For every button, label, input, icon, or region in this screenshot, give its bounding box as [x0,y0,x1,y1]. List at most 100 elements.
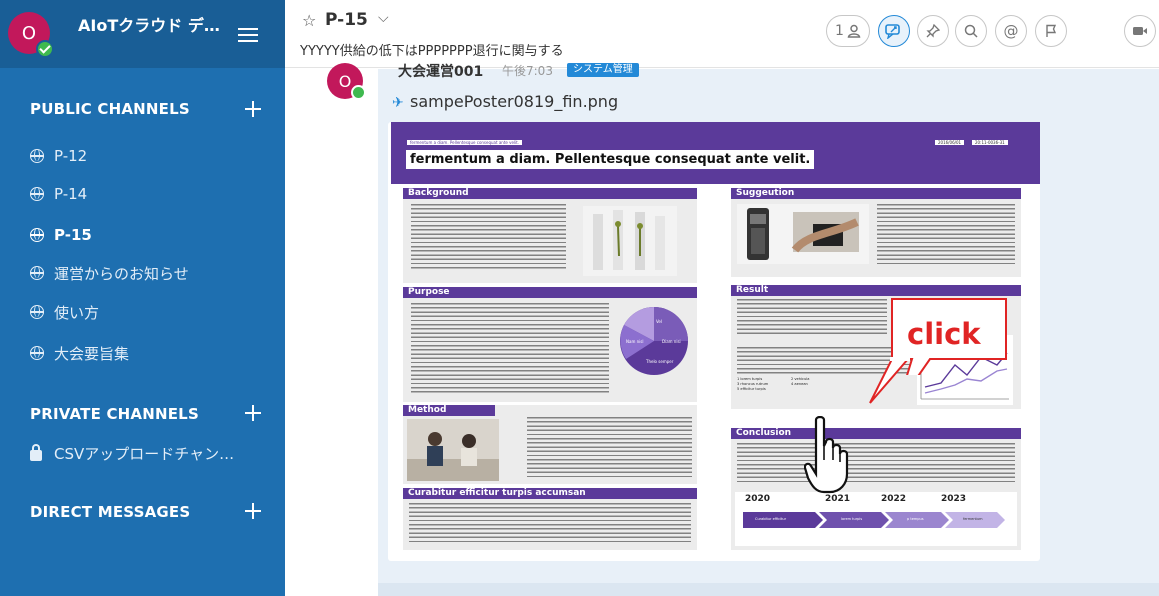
mentions-button[interactable]: @ [995,15,1027,47]
team-header[interactable]: O AIoTクラウド デ… [0,0,285,68]
globe-icon [30,187,44,201]
poster-header: fermentum a diam. Pellentesque consequat… [391,122,1040,184]
payment-terminal-photo [737,204,869,264]
poster-section-suggestion: Suggeution [731,188,1021,277]
video-call-button[interactable] [1124,15,1156,47]
globe-icon [30,149,44,163]
chevron-down-icon[interactable]: ⌵ [378,10,389,26]
channel-label: P-12 [54,147,88,165]
section-text [737,443,1015,485]
channel-label: CSVアップロードチャン… [54,444,235,463]
channel-title[interactable]: P-15 [325,10,368,30]
video-icon [1133,27,1147,35]
sidebar-item-p-12[interactable]: P-12 [0,137,285,175]
post-divider [378,583,1159,596]
add-private-channel-icon[interactable] [244,404,262,422]
poster-date: 2016/06/01 [935,140,965,145]
timeline-year: 2023 [941,494,967,504]
timeline-year: 2020 [745,494,771,504]
section-title: Background [403,188,697,199]
timeline-year: 2021 [825,494,851,504]
section-title: Conclusion [731,428,1021,439]
favorite-star-icon[interactable]: ☆ [302,11,316,30]
section-title: Result [731,285,1021,296]
role-badge: システム管理 [567,63,639,77]
section-title: Purpose [403,287,697,298]
poster-section-curabitur: Curabitur efficitur turpis accumsan [403,488,697,550]
test-tubes-photo [583,206,677,276]
sidebar-item-how-to[interactable]: 使い方 [0,293,285,331]
section-text [411,303,609,393]
search-icon [964,24,978,38]
online-status-icon [36,40,54,58]
mention-icon: @ [1003,22,1019,40]
sidebar: O AIoTクラウド デ… PUBLIC CHANNELS P-12 P-14 … [0,0,285,596]
globe-icon [30,266,44,280]
channel-label: 使い方 [54,303,100,322]
poster-section-conclusion: Conclusion 2020 2021 2022 2023 Curabitur… [731,428,1021,550]
pin-icon [926,24,940,38]
flag-icon [1046,24,1057,37]
lock-icon [30,443,42,461]
online-status-icon [351,85,366,100]
add-direct-message-icon[interactable] [244,502,262,520]
timeline-step: fermentum [963,517,983,521]
section-title: Method [403,405,495,416]
search-button[interactable] [955,15,987,47]
pin-icon: ✈ [392,95,404,111]
result-list-item: 4 aenean [791,382,808,387]
channel-label: P-14 [54,185,88,203]
pie-chart: Vel Nam nisl Diam nisi Thelo semper [620,307,688,375]
post-list: O 大会運営001 午後7:03 システム管理 ✈ sampePoster081… [285,63,1159,596]
add-public-channel-icon[interactable] [244,100,262,118]
member-icon [847,24,861,38]
section-title: Curabitur efficitur turpis accumsan [403,488,697,499]
pinned-messages-button[interactable] [878,15,910,47]
channel-header: ☆ P-15 ⌵ YYYYY供給の低下はPPPPPPP退行に関与する 1 @ [285,0,1159,68]
poster-time: 20:11-0036-31 [972,140,1008,145]
section-text [527,417,692,477]
timeline-step: p tempus [907,517,924,521]
private-channels-title: PRIVATE CHANNELS [30,405,199,423]
member-list-button[interactable]: 1 [826,15,870,47]
click-label: click [907,317,981,351]
globe-icon [30,346,44,360]
timeline-year: 2022 [881,494,907,504]
section-text [409,503,691,543]
poster-subtitle: fermentum a diam. Pellentesque consequat… [407,140,523,145]
team-name[interactable]: AIoTクラウド デ… [78,12,230,36]
poster-section-background: Background [403,188,697,283]
poster-section-method: Method [403,405,697,484]
timeline-step: lorem turpis [841,517,863,521]
timeline-step: Curabitur efficitur [755,517,787,521]
sidebar-item-p-15[interactable]: P-15 [0,216,285,254]
pie-label: Diam nisi [662,339,681,344]
attachment-filename[interactable]: sampePoster0819_fin.png [410,92,618,111]
section-title: Suggeution [731,188,1021,199]
sidebar-item-abstracts[interactable]: 大会要旨集 [0,334,285,372]
section-text [411,204,566,270]
channel-label: P-15 [54,226,92,244]
sidebar-item-announcements[interactable]: 運営からのお知らせ [0,254,285,292]
pie-label: Vel [656,319,662,324]
pie-label: Thelo semper [645,359,674,364]
sidebar-item-csv-upload[interactable]: CSVアップロードチャン… [0,434,285,472]
post-time[interactable]: 午後7:03 [502,62,553,79]
result-list: 1 lorem turpis 3 rhoncus rutrum 5 effici… [737,377,785,407]
flagged-button[interactable] [1035,15,1067,47]
pinned-button[interactable] [917,15,949,47]
timeline: 2020 2021 2022 2023 Curabitur efficitur … [735,492,1017,546]
pinned-messages-icon [885,24,900,39]
sidebar-item-p-14[interactable]: P-14 [0,175,285,213]
member-count: 1 [835,23,844,39]
hamburger-menu-icon[interactable] [238,28,258,42]
poster-title: fermentum a diam. Pellentesque consequat… [406,150,815,169]
result-list-item: 5 efficitur turpis [737,387,766,392]
section-text [737,299,887,337]
post-author[interactable]: 大会運営001 [398,61,483,81]
globe-icon [30,228,44,242]
channel-purpose: YYYYY供給の低下はPPPPPPP退行に関与する [300,44,564,59]
channel-label: 大会要旨集 [54,344,130,363]
meeting-photo [407,419,499,481]
result-list: 2 vehicula 4 aenean [791,377,831,397]
